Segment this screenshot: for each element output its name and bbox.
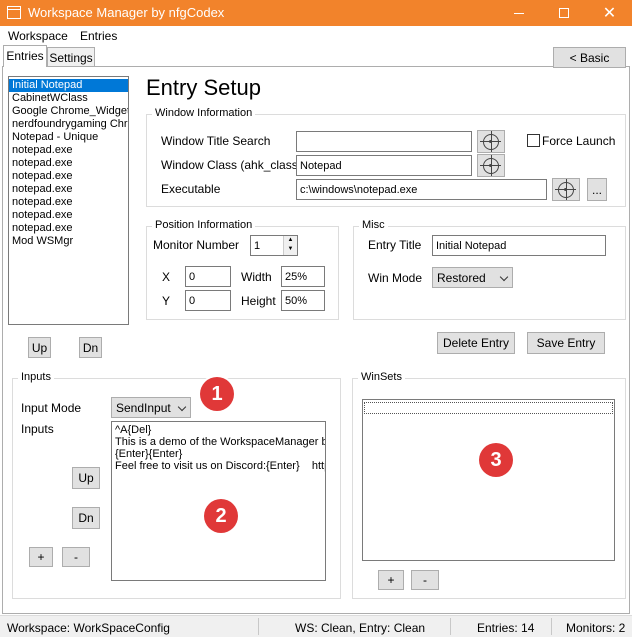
x-label: X — [162, 270, 171, 284]
crosshair-icon — [480, 130, 501, 152]
winsets-add-button[interactable]: + — [378, 570, 404, 590]
app-icon — [7, 6, 21, 19]
inputs-down-button[interactable]: Dn — [72, 507, 100, 529]
title-bar: Workspace Manager by nfgCodex ✕ — [0, 0, 632, 26]
status-divider — [258, 618, 259, 635]
list-item[interactable]: notepad.exe — [9, 196, 128, 209]
window-class-input[interactable]: Notepad — [296, 155, 472, 176]
inputs-add-button[interactable]: + — [29, 547, 53, 567]
status-workspace: Workspace: WorkSpaceConfig — [7, 621, 170, 635]
annotation-badge-1: 1 — [200, 377, 234, 411]
browse-button[interactable]: ... — [587, 178, 607, 201]
list-item[interactable]: notepad.exe — [9, 157, 128, 170]
monitor-number-label: Monitor Number — [153, 238, 240, 252]
page-title: Entry Setup — [146, 75, 261, 100]
status-divider — [450, 618, 451, 635]
window-class-target-button[interactable] — [477, 154, 505, 177]
list-up-button[interactable]: Up — [28, 337, 51, 358]
force-launch-label: Force Launch — [542, 134, 616, 148]
win-mode-select[interactable]: Restored — [432, 267, 513, 288]
minimize-icon — [513, 12, 524, 14]
list-item[interactable]: notepad.exe — [9, 209, 128, 222]
input-mode-value: SendInput — [116, 400, 171, 415]
y-label: Y — [162, 294, 171, 308]
width-label: Width — [241, 270, 272, 284]
maximize-icon — [558, 8, 569, 18]
list-item[interactable]: Notepad - Unique — [9, 131, 128, 144]
title-search-input[interactable] — [296, 131, 472, 152]
status-divider — [551, 618, 552, 635]
list-item[interactable]: Mod WSMgr — [9, 235, 128, 248]
crosshair-icon — [480, 154, 501, 176]
inputs-up-button[interactable]: Up — [72, 467, 100, 489]
height-label: Height — [241, 294, 276, 308]
win-mode-label: Win Mode — [368, 271, 423, 285]
winsets-list[interactable] — [362, 399, 615, 561]
list-item[interactable]: nerdfoundrygaming Chro — [9, 118, 128, 131]
status-entries: Entries: 14 — [477, 621, 535, 635]
chevron-down-icon — [499, 272, 509, 282]
menu-entries[interactable]: Entries — [80, 29, 117, 43]
window-info-label: Window Information — [152, 107, 256, 119]
inputs-label: Inputs — [21, 422, 54, 436]
save-entry-button[interactable]: Save Entry — [527, 332, 605, 354]
entries-listbox[interactable]: Initial Notepad CabinetWClass Google Chr… — [8, 76, 129, 325]
title-search-target-button[interactable] — [477, 130, 505, 153]
status-state: WS: Clean, Entry: Clean — [295, 621, 426, 635]
monitor-number-stepper[interactable]: 1 ▲ ▼ — [250, 235, 298, 256]
list-item[interactable]: notepad.exe — [9, 222, 128, 235]
position-info-label: Position Information — [152, 219, 256, 231]
monitor-number-value: 1 — [254, 239, 261, 252]
misc-label: Misc — [359, 219, 388, 231]
stepper-arrows-icon[interactable]: ▲ ▼ — [283, 236, 297, 255]
window-title: Workspace Manager by nfgCodex — [28, 5, 225, 20]
status-bar: Workspace: WorkSpaceConfig WS: Clean, En… — [0, 615, 632, 637]
entry-title-label: Entry Title — [368, 238, 422, 252]
executable-label: Executable — [161, 182, 221, 196]
executable-input[interactable]: c:\windows\notepad.exe — [296, 179, 547, 200]
list-item[interactable]: notepad.exe — [9, 183, 128, 196]
inputs-remove-button[interactable]: - — [62, 547, 90, 567]
input-mode-select[interactable]: SendInput — [111, 397, 191, 418]
crosshair-icon — [555, 178, 576, 200]
width-input[interactable]: 25% — [281, 266, 325, 287]
winsets-row[interactable] — [364, 402, 613, 414]
list-item[interactable]: notepad.exe — [9, 144, 128, 157]
input-mode-label: Input Mode — [21, 401, 82, 415]
list-item[interactable]: Google Chrome_Widget' — [9, 105, 128, 118]
status-monitors: Monitors: 2 — [566, 621, 626, 635]
list-item[interactable]: Initial Notepad — [9, 79, 128, 92]
winsets-remove-button[interactable]: - — [411, 570, 439, 590]
x-input[interactable]: 0 — [185, 266, 231, 287]
annotation-badge-2: 2 — [204, 499, 238, 533]
tab-entries[interactable]: Entries — [3, 45, 47, 67]
delete-entry-button[interactable]: Delete Entry — [437, 332, 515, 354]
chevron-down-icon — [177, 402, 187, 412]
force-launch-checkbox[interactable] — [527, 134, 540, 147]
menu-bar: Workspace Entries — [0, 26, 632, 46]
winsets-group-label: WinSets — [358, 371, 405, 383]
window-class-label: Window Class (ahk_class) — [161, 158, 302, 172]
close-button[interactable]: ✕ — [587, 0, 632, 26]
list-item[interactable]: CabinetWClass — [9, 92, 128, 105]
maximize-button[interactable] — [541, 0, 586, 26]
list-down-button[interactable]: Dn — [79, 337, 102, 358]
y-input[interactable]: 0 — [185, 290, 231, 311]
menu-workspace[interactable]: Workspace — [8, 29, 68, 43]
close-icon: ✕ — [602, 5, 617, 22]
tab-settings[interactable]: Settings — [47, 47, 95, 67]
title-search-label: Window Title Search — [161, 134, 271, 148]
list-item[interactable]: notepad.exe — [9, 170, 128, 183]
height-input[interactable]: 50% — [281, 290, 325, 311]
win-mode-value: Restored — [437, 270, 486, 285]
minimize-button[interactable] — [496, 0, 541, 26]
executable-target-button[interactable] — [552, 178, 580, 201]
entry-title-input[interactable]: Initial Notepad — [432, 235, 606, 256]
annotation-badge-3: 3 — [479, 443, 513, 477]
inputs-group-label: Inputs — [18, 371, 54, 383]
basic-button[interactable]: < Basic — [553, 47, 626, 68]
